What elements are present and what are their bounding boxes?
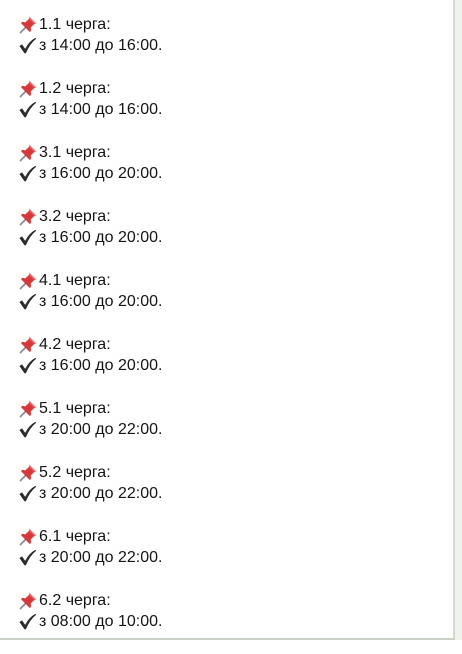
- time-line: з 16:00 до 20:00.: [18, 355, 438, 376]
- schedule-entry: 5.2 черга: з 20:00 до 22:00.: [18, 462, 438, 526]
- schedule-entry: 3.1 черга: з 16:00 до 20:00.: [18, 142, 438, 206]
- queue-line: 6.2 черга:: [18, 590, 438, 611]
- queue-label: 3.1 черга:: [39, 144, 111, 161]
- queue-label: 4.1 черга:: [39, 272, 111, 289]
- time-line: з 14:00 до 16:00.: [18, 99, 438, 120]
- check-mark-icon: [19, 37, 37, 54]
- time-range: з 20:00 до 22:00.: [39, 549, 163, 566]
- time-range: з 08:00 до 10:00.: [39, 613, 163, 630]
- schedule-entry: 4.2 черга: з 16:00 до 20:00.: [18, 334, 438, 398]
- pushpin-icon: [19, 336, 36, 353]
- queue-line: 4.2 черга:: [18, 334, 438, 355]
- schedule-entry: 3.2 черга: з 16:00 до 20:00.: [18, 206, 438, 270]
- queue-line: 1.2 черга:: [18, 78, 438, 99]
- pushpin-icon: [19, 272, 36, 289]
- time-range: з 20:00 до 22:00.: [39, 421, 163, 438]
- queue-line: 6.1 черга:: [18, 526, 438, 547]
- queue-line: 5.2 черга:: [18, 462, 438, 483]
- check-mark-icon: [19, 165, 37, 182]
- time-range: з 16:00 до 20:00.: [39, 357, 163, 374]
- queue-line: 4.1 черга:: [18, 270, 438, 291]
- schedule-entry: 6.2 черга: з 08:00 до 10:00.: [18, 590, 438, 654]
- check-mark-icon: [19, 293, 37, 310]
- check-mark-icon: [19, 549, 37, 566]
- time-range: з 16:00 до 20:00.: [39, 229, 163, 246]
- schedule-message: 1.1 черга: з 14:00 до 16:00. 1.2 черга:: [18, 14, 438, 654]
- queue-label: 5.1 черга:: [39, 400, 111, 417]
- pushpin-icon: [19, 400, 36, 417]
- queue-label: 4.2 черга:: [39, 336, 111, 353]
- time-line: з 08:00 до 10:00.: [18, 611, 438, 632]
- queue-label: 6.1 черга:: [39, 528, 111, 545]
- queue-line: 3.2 черга:: [18, 206, 438, 227]
- check-mark-icon: [19, 229, 37, 246]
- time-line: з 14:00 до 16:00.: [18, 35, 438, 56]
- time-range: з 14:00 до 16:00.: [39, 101, 163, 118]
- check-mark-icon: [19, 485, 37, 502]
- schedule-entry: 5.1 черга: з 20:00 до 22:00.: [18, 398, 438, 462]
- queue-label: 5.2 черга:: [39, 464, 111, 481]
- check-mark-icon: [19, 101, 37, 118]
- schedule-entry: 6.1 черга: з 20:00 до 22:00.: [18, 526, 438, 590]
- pushpin-icon: [19, 528, 36, 545]
- schedule-entry: 1.1 черга: з 14:00 до 16:00.: [18, 14, 438, 78]
- pushpin-icon: [19, 16, 36, 33]
- queue-line: 1.1 черга:: [18, 14, 438, 35]
- pushpin-icon: [19, 208, 36, 225]
- check-mark-icon: [19, 357, 37, 374]
- check-mark-icon: [19, 613, 37, 630]
- check-mark-icon: [19, 421, 37, 438]
- time-line: з 16:00 до 20:00.: [18, 227, 438, 248]
- schedule-entry: 4.1 черга: з 16:00 до 20:00.: [18, 270, 438, 334]
- queue-label: 1.1 черга:: [39, 16, 111, 33]
- pushpin-icon: [19, 80, 36, 97]
- time-range: з 14:00 до 16:00.: [39, 37, 163, 54]
- time-line: з 20:00 до 22:00.: [18, 547, 438, 568]
- pushpin-icon: [19, 144, 36, 161]
- queue-label: 1.2 черга:: [39, 80, 111, 97]
- pushpin-icon: [19, 464, 36, 481]
- chat-background-strip: [455, 0, 462, 640]
- time-line: з 20:00 до 22:00.: [18, 419, 438, 440]
- queue-label: 6.2 черга:: [39, 592, 111, 609]
- queue-label: 3.2 черга:: [39, 208, 111, 225]
- time-line: з 20:00 до 22:00.: [18, 483, 438, 504]
- time-line: з 16:00 до 20:00.: [18, 291, 438, 312]
- message-bubble: 1.1 черга: з 14:00 до 16:00. 1.2 черга:: [0, 0, 455, 640]
- pushpin-icon: [19, 592, 36, 609]
- time-range: з 16:00 до 20:00.: [39, 293, 163, 310]
- queue-line: 5.1 черга:: [18, 398, 438, 419]
- time-range: з 20:00 до 22:00.: [39, 485, 163, 502]
- queue-line: 3.1 черга:: [18, 142, 438, 163]
- time-line: з 16:00 до 20:00.: [18, 163, 438, 184]
- schedule-entry: 1.2 черга: з 14:00 до 16:00.: [18, 78, 438, 142]
- time-range: з 16:00 до 20:00.: [39, 165, 163, 182]
